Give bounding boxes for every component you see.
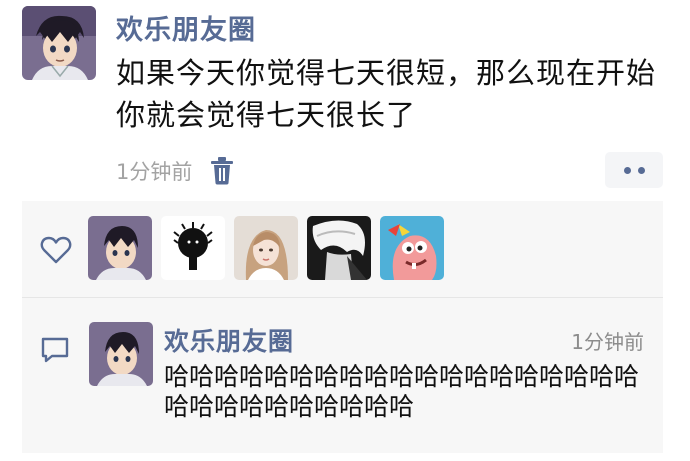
like-avatar-list bbox=[88, 216, 444, 280]
trash-icon[interactable] bbox=[210, 157, 234, 185]
like-avatar-cartoon-starfish[interactable] bbox=[380, 216, 444, 280]
commenter-avatar[interactable] bbox=[89, 322, 153, 386]
like-avatar-white-hair[interactable] bbox=[307, 216, 371, 280]
heart-outline-icon bbox=[40, 235, 72, 265]
commenter-name[interactable]: 欢乐朋友圈 bbox=[164, 322, 294, 358]
post-author-name[interactable]: 欢乐朋友圈 bbox=[116, 8, 256, 47]
more-actions-button[interactable] bbox=[605, 152, 663, 188]
more-dots-icon bbox=[623, 166, 631, 174]
post-meta: 1分钟前 bbox=[116, 156, 234, 186]
like-avatar-black-silhouette[interactable] bbox=[161, 216, 225, 280]
comment-text: 哈哈哈哈哈哈哈哈哈哈哈哈哈哈哈哈哈哈哈哈哈哈哈哈哈哈哈哈哈 bbox=[164, 362, 640, 421]
like-avatar-young-woman[interactable] bbox=[234, 216, 298, 280]
likes-row bbox=[22, 201, 663, 297]
post-content: 如果今天你觉得七天很短，那么现在开始你就会觉得七天很长了 bbox=[116, 56, 657, 132]
like-avatar-anime-boy[interactable] bbox=[88, 216, 152, 280]
more-dot bbox=[637, 166, 645, 174]
post-time: 1分钟前 bbox=[116, 160, 193, 184]
comment-time: 1分钟前 bbox=[571, 330, 644, 354]
author-avatar[interactable] bbox=[22, 6, 96, 80]
comment-item[interactable]: 欢乐朋友圈 1分钟前 哈哈哈哈哈哈哈哈哈哈哈哈哈哈哈哈哈哈哈哈哈哈哈哈哈哈哈哈哈 bbox=[22, 298, 663, 453]
comment-bubble-icon bbox=[40, 336, 70, 364]
feedback-panel: 欢乐朋友圈 1分钟前 哈哈哈哈哈哈哈哈哈哈哈哈哈哈哈哈哈哈哈哈哈哈哈哈哈哈哈哈哈 bbox=[22, 201, 663, 453]
